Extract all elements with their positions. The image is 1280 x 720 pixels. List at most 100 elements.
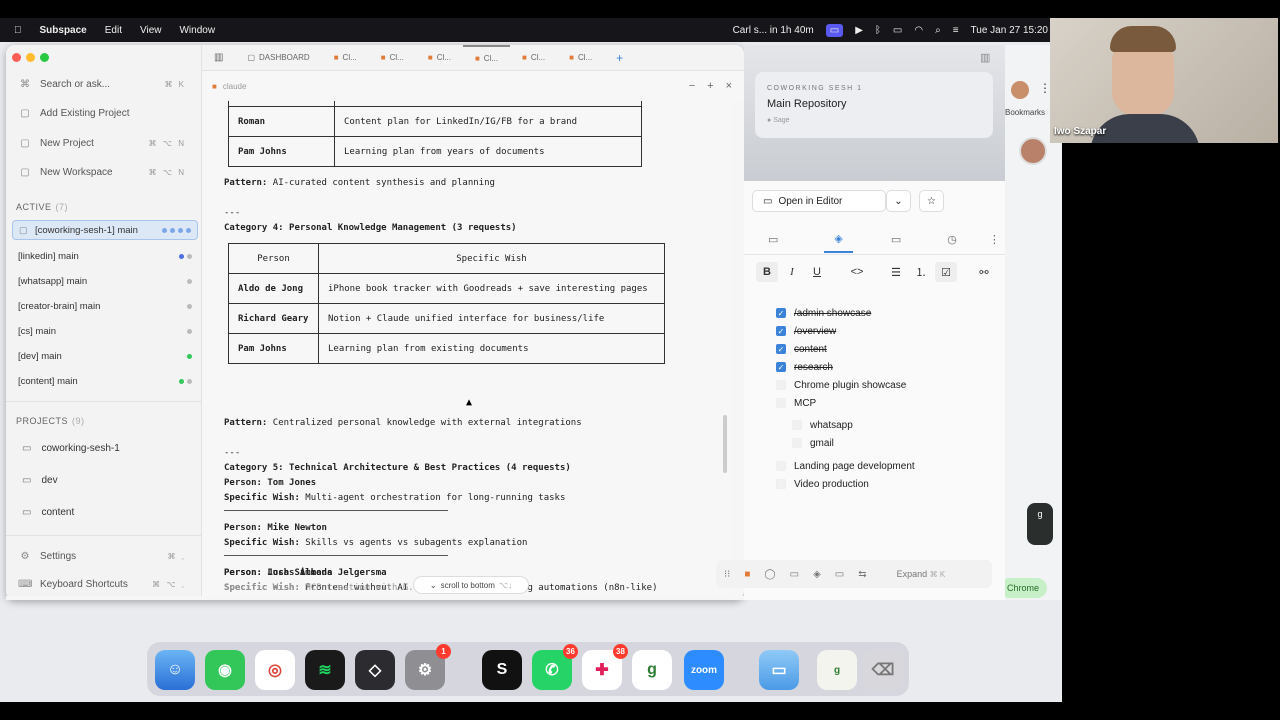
open-in-editor-button[interactable]: ▭ Open in Editor (752, 190, 886, 212)
layers-app-icon[interactable]: ◇ (355, 650, 395, 690)
whatsapp-icon[interactable]: ✆ 36 (532, 644, 578, 690)
folder-icon[interactable]: ▭ (835, 569, 844, 580)
search-icon[interactable]: ⌕ (935, 25, 941, 36)
checkbox-unchecked[interactable] (776, 479, 786, 489)
meeting-reminder[interactable]: Carl s... in 1h 40m (733, 25, 814, 36)
task-item[interactable]: whatsapp (792, 417, 853, 433)
checkbox-unchecked[interactable] (792, 438, 802, 448)
downloads-folder-icon[interactable]: ▭ (759, 650, 799, 690)
tab-claude-4[interactable]: ■ Cl... (462, 45, 511, 71)
add-pane-icon[interactable]: + (707, 80, 713, 92)
link-button[interactable]: ⚯ (973, 262, 995, 282)
project-content[interactable]: ▭ content (22, 502, 74, 522)
bullet-list-button[interactable]: ☰ (885, 262, 907, 282)
checkbox-unchecked[interactable] (792, 420, 802, 430)
task-item[interactable]: ✓ /admin showcase (776, 305, 871, 321)
task-item[interactable]: ✓ research (776, 359, 833, 375)
project-dev[interactable]: ▭ dev (22, 470, 58, 490)
notes-tab-icon[interactable]: ◈ (824, 232, 853, 253)
menu-edit[interactable]: Edit (105, 25, 122, 36)
minimize-pane-icon[interactable]: − (689, 80, 695, 92)
granola-icon[interactable]: g (632, 650, 672, 690)
slack-icon[interactable]: ✚ 38 (582, 644, 628, 690)
editor-dropdown-button[interactable]: ⌄ (886, 190, 911, 212)
tab-claude-5[interactable]: ■ Cl... (510, 45, 557, 71)
active-item-dev[interactable]: [dev] main (12, 346, 198, 366)
spotify-icon[interactable]: ≋ (305, 650, 345, 690)
task-item[interactable]: Landing page development (776, 458, 915, 474)
minimize-window-button[interactable] (26, 53, 35, 62)
menu-view[interactable]: View (140, 25, 162, 36)
bluetooth-icon[interactable]: ᛒ (875, 25, 881, 36)
star-button[interactable]: ☆ (919, 190, 944, 212)
checkbox-unchecked[interactable] (776, 461, 786, 471)
settings-button[interactable]: ⚙ Settings ⌘ , (18, 545, 194, 567)
code-button[interactable]: <> (846, 262, 868, 282)
search-row[interactable]: ⌘ Search or ask... ⌘ K (18, 73, 194, 95)
messages-icon[interactable]: ◉ (205, 650, 245, 690)
clock[interactable]: Tue Jan 27 15:20 (971, 25, 1048, 36)
subspace-app-icon[interactable]: S (482, 650, 522, 690)
numbered-list-button[interactable]: ⒈ (910, 262, 932, 282)
project-coworking[interactable]: ▭ coworking-sesh-1 (22, 438, 120, 458)
chat-tab-icon[interactable]: ▭ (768, 233, 778, 246)
task-item[interactable]: Chrome plugin showcase (776, 377, 906, 393)
underline-button[interactable]: U (806, 262, 828, 282)
wifi-icon[interactable]: ◠ (914, 25, 923, 36)
brain-icon[interactable]: ◈ (813, 569, 821, 580)
close-pane-icon[interactable]: × (726, 80, 732, 92)
task-item[interactable]: MCP (776, 395, 816, 411)
task-item[interactable]: Video production (776, 476, 869, 492)
tab-claude-2[interactable]: ■ Cl... (369, 45, 416, 71)
granola-widget[interactable]: g (1027, 503, 1053, 545)
tab-claude-1[interactable]: ■ Cl... (322, 45, 369, 71)
checkbox-checked[interactable]: ✓ (776, 326, 786, 336)
workspace-card[interactable]: COWORKING SESH 1 Main Repository ● Sage (755, 72, 993, 138)
menu-window[interactable]: Window (179, 25, 215, 36)
add-existing-project-button[interactable]: ▢ Add Existing Project (18, 102, 194, 124)
swap-icon[interactable]: ⇆ (858, 569, 866, 580)
zoom-window-button[interactable] (40, 53, 49, 62)
checkbox-unchecked[interactable] (776, 380, 786, 390)
play-icon[interactable]: ▶ (855, 25, 863, 36)
scroll-to-bottom-button[interactable]: ⌄ scroll to bottom ⌥↓ (413, 576, 529, 594)
tab-dashboard[interactable]: ▢ DASHBOARD (235, 45, 321, 71)
active-item-cs[interactable]: [cs] main (12, 321, 198, 341)
circle-icon[interactable]: ◯ (764, 569, 775, 580)
claude-icon[interactable]: ■ (744, 569, 750, 580)
task-list-button[interactable]: ☑ (935, 262, 957, 282)
new-tab-button[interactable]: + (604, 45, 635, 71)
tab-claude-6[interactable]: ■ Cl... (557, 45, 604, 71)
files-tab-icon[interactable]: ▭ (891, 233, 901, 246)
italic-button[interactable]: I (781, 262, 803, 282)
bookmarks-label[interactable]: Bookmarks (1005, 108, 1045, 117)
active-item-coworking[interactable]: ▢ [coworking-sesh-1] main (12, 220, 198, 240)
screen-share-icon[interactable]: ▭ (825, 23, 844, 37)
more-icon[interactable]: ⋮ (989, 233, 1000, 246)
system-settings-icon[interactable]: ⚙ 1 (405, 644, 451, 690)
history-tab-icon[interactable]: ◷ (947, 233, 957, 246)
close-window-button[interactable] (12, 53, 21, 62)
battery-icon[interactable]: ▭ (893, 25, 902, 36)
task-item[interactable]: ✓ /overview (776, 323, 836, 339)
bold-button[interactable]: B (756, 262, 778, 282)
scrollbar[interactable] (723, 415, 727, 473)
apple-icon[interactable]:  (14, 25, 22, 36)
active-item-whatsapp[interactable]: [whatsapp] main (12, 271, 198, 291)
checkbox-checked[interactable]: ✓ (776, 362, 786, 372)
active-item-linkedin[interactable]: [linkedin] main (12, 246, 198, 266)
drag-handle-icon[interactable]: ⁝⁝ (724, 569, 730, 580)
document-stack-icon[interactable]: g (817, 650, 857, 690)
checkbox-checked[interactable]: ✓ (776, 308, 786, 318)
tab-claude-3[interactable]: ■ Cl... (416, 45, 463, 71)
task-item[interactable]: gmail (792, 435, 834, 451)
avatar[interactable] (1019, 137, 1047, 165)
inbox-icon[interactable]: ▭ (790, 569, 799, 580)
chrome-icon[interactable]: ◎ (255, 650, 295, 690)
expand-button[interactable]: Expand ⌘ K (897, 569, 946, 579)
panel-toggle-icon[interactable]: ▥ (980, 51, 990, 64)
finder-icon[interactable]: ☺ (155, 650, 195, 690)
checkbox-unchecked[interactable] (776, 398, 786, 408)
active-item-creator-brain[interactable]: [creator-brain] main (12, 296, 198, 316)
active-item-content[interactable]: [content] main (12, 371, 198, 391)
